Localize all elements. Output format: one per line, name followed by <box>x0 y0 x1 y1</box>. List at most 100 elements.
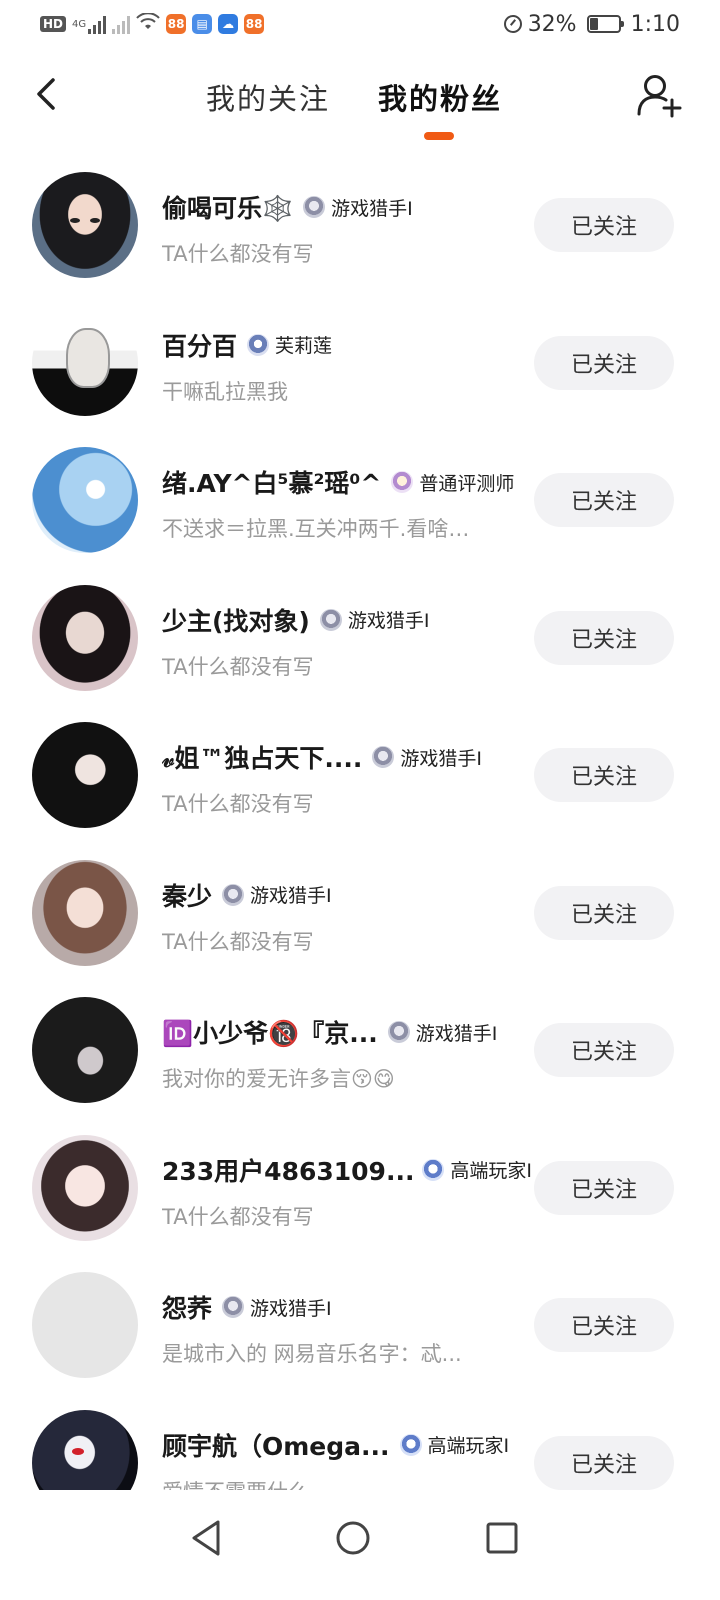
square-recents-icon <box>486 1522 518 1554</box>
following-status-button[interactable]: 已关注 <box>534 1160 674 1215</box>
nickname[interactable]: 少主(找对象) <box>162 602 310 638</box>
wifi-icon <box>136 11 160 36</box>
bio-text: TA什么都没有写 <box>162 242 314 266</box>
medal-icon <box>372 746 395 768</box>
fan-row[interactable]: 偷喝可乐🕸️ 游戏猎手I TA什么都没有写 已关注 <box>0 156 720 294</box>
medal-icon <box>303 196 326 218</box>
nickname[interactable]: 怨荞 <box>162 1289 212 1325</box>
badge-label: 芙莉莲 <box>275 335 333 357</box>
badge-label: 游戏猎手I <box>250 1297 332 1320</box>
tab-following[interactable]: 我的关注 <box>206 76 330 118</box>
medal-icon <box>422 1158 445 1181</box>
avatar[interactable] <box>32 309 138 416</box>
avatar[interactable] <box>32 859 138 966</box>
nickname[interactable]: 绪.AY^白⁵慕²瑶⁰^ <box>162 464 381 500</box>
bio-text: 不送求＝拉黑.互关冲两千.看啥… <box>162 517 470 541</box>
fan-row[interactable]: 🆔小少爷🔞『京... 游戏猎手I 我对你的爱无许多言😚😋 已关注 <box>0 981 720 1119</box>
following-status-button[interactable]: 已关注 <box>534 198 674 252</box>
add-user-icon <box>637 75 682 118</box>
fan-row[interactable]: 少主(找对象) 游戏猎手I TA什么都没有写 已关注 <box>0 569 720 707</box>
fans-list-screen: HD 4G 88 ▤ ☁ 88 32% 1:10 我的关注 我的粉丝 偷喝可乐🕸… <box>0 0 720 1600</box>
top-nav-bar: 我的关注 我的粉丝 <box>0 48 720 148</box>
level-badge: 高端玩家I <box>399 1431 510 1458</box>
fan-row[interactable]: 秦少 游戏猎手I TA什么都没有写 已关注 <box>0 844 720 982</box>
fan-row[interactable]: 怨荞 游戏猎手I 是城市入的 网易音乐名字：忒... 已关注 <box>0 1256 720 1394</box>
level-badge: 游戏猎手I <box>222 1294 332 1321</box>
nickname[interactable]: 秦少 <box>162 877 212 913</box>
following-status-button[interactable]: 已关注 <box>534 748 674 802</box>
following-status-button[interactable]: 已关注 <box>534 1435 674 1490</box>
app-icon-blue: ▤ <box>192 14 213 34</box>
circle-home-icon <box>336 1521 370 1555</box>
fan-row[interactable]: 顾宇航（Omega... 高端玩家I 爱情不需要什么 已关注 <box>0 1394 720 1490</box>
status-app-icons: 88 ▤ ☁ 88 <box>166 14 265 34</box>
tab-fans[interactable]: 我的粉丝 <box>378 76 502 118</box>
fan-row[interactable]: 绪.AY^白⁵慕²瑶⁰^ 普通评测师不送求＝拉黑.互关冲两千.看啥… 已关注 <box>0 431 720 569</box>
level-badge: 游戏猎手I <box>319 606 430 633</box>
status-bar-left: HD 4G 88 ▤ ☁ 88 <box>40 11 265 36</box>
nav-recents-button[interactable] <box>474 1510 530 1566</box>
bio-text: TA什么都没有写 <box>162 929 314 954</box>
fan-row[interactable]: 百分百 芙莉莲 干嘛乱拉黑我 已关注 <box>0 294 720 432</box>
medal-icon <box>391 471 414 493</box>
following-status-button[interactable]: 已关注 <box>534 1023 674 1077</box>
add-friend-button[interactable] <box>636 72 682 120</box>
nickname[interactable]: 百分百 <box>162 327 237 363</box>
avatar[interactable] <box>32 172 138 278</box>
active-tab-indicator <box>424 132 454 140</box>
name-line: 百分百 芙莉莲 <box>162 326 332 364</box>
avatar[interactable] <box>32 997 138 1103</box>
level-badge: 游戏猎手I <box>372 744 482 771</box>
badge-label: 游戏猎手I <box>415 1022 498 1045</box>
app-icon-orange: 88 <box>166 14 187 34</box>
back-button[interactable] <box>22 70 70 118</box>
fan-row[interactable]: 233用户4863109... 高端玩家I TA什么都没有写 已关注 <box>0 1119 720 1257</box>
triangle-back-icon <box>192 1520 220 1556</box>
nickname[interactable]: 𝓋姐™独占天下.... <box>162 739 362 775</box>
name-line: 𝓋姐™独占天下.... 游戏猎手I <box>162 738 482 776</box>
medal-icon <box>247 333 270 356</box>
avatar[interactable] <box>32 1409 138 1490</box>
avatar[interactable] <box>32 447 138 553</box>
app-icon-cloud: ☁ <box>218 14 239 34</box>
battery-percent: 32% <box>527 11 577 37</box>
badge-label: 高端玩家I <box>427 1435 510 1457</box>
hd-indicator: HD <box>40 16 67 32</box>
name-line: 怨荞 游戏猎手I <box>162 1288 332 1326</box>
nav-home-button[interactable] <box>325 1510 381 1566</box>
medal-icon <box>399 1433 422 1456</box>
avatar-detail <box>90 218 100 223</box>
battery-icon <box>586 15 624 33</box>
name-line: 🆔小少爷🔞『京... 游戏猎手I <box>162 1013 497 1051</box>
following-status-button[interactable]: 已关注 <box>534 885 674 940</box>
bio-text: 是城市入的 网易音乐名字：忒... <box>162 1342 462 1366</box>
badge-label: 游戏猎手I <box>250 885 332 907</box>
following-status-button[interactable]: 已关注 <box>534 335 674 390</box>
nickname[interactable]: 顾宇航（Omega... <box>162 1427 390 1463</box>
fans-list: 偷喝可乐🕸️ 游戏猎手I TA什么都没有写 已关注 百分百 芙莉莲 干嘛乱拉黑我 已关注 绪.A… <box>0 156 720 1490</box>
app-icon-orange-2: 88 <box>244 14 265 34</box>
bio-text: TA什么都没有写 <box>162 792 314 816</box>
badge-label: 游戏猎手I <box>347 610 430 632</box>
avatar[interactable] <box>32 722 138 828</box>
medal-icon <box>319 608 342 631</box>
following-status-button[interactable]: 已关注 <box>534 473 674 527</box>
speed-gauge-icon <box>503 15 522 33</box>
nickname[interactable]: 🆔小少爷🔞『京... <box>162 1014 378 1050</box>
nav-back-button[interactable] <box>178 1510 234 1566</box>
name-line: 偷喝可乐🕸️ 游戏猎手I <box>162 188 413 226</box>
following-status-button[interactable]: 已关注 <box>534 610 674 665</box>
following-status-button[interactable]: 已关注 <box>534 1298 674 1352</box>
level-badge: 游戏猎手I <box>387 1019 498 1046</box>
status-bar: HD 4G 88 ▤ ☁ 88 32% 1:10 <box>0 0 720 48</box>
avatar[interactable] <box>32 1134 138 1241</box>
bio-text: 我对你的爱无许多言😚😋 <box>162 1067 395 1091</box>
avatar[interactable] <box>32 1272 138 1378</box>
nickname[interactable]: 233用户4863109... <box>162 1152 412 1188</box>
avatar[interactable] <box>32 584 138 691</box>
fan-row[interactable]: 𝓋姐™独占天下.... 游戏猎手I TA什么都没有写 已关注 <box>0 706 720 844</box>
nickname[interactable]: 偷喝可乐🕸️ <box>162 189 293 225</box>
system-navigation-bar <box>0 1490 720 1600</box>
badge-label: 游戏猎手I <box>331 197 413 220</box>
level-badge: 普通评测师 <box>391 469 514 496</box>
